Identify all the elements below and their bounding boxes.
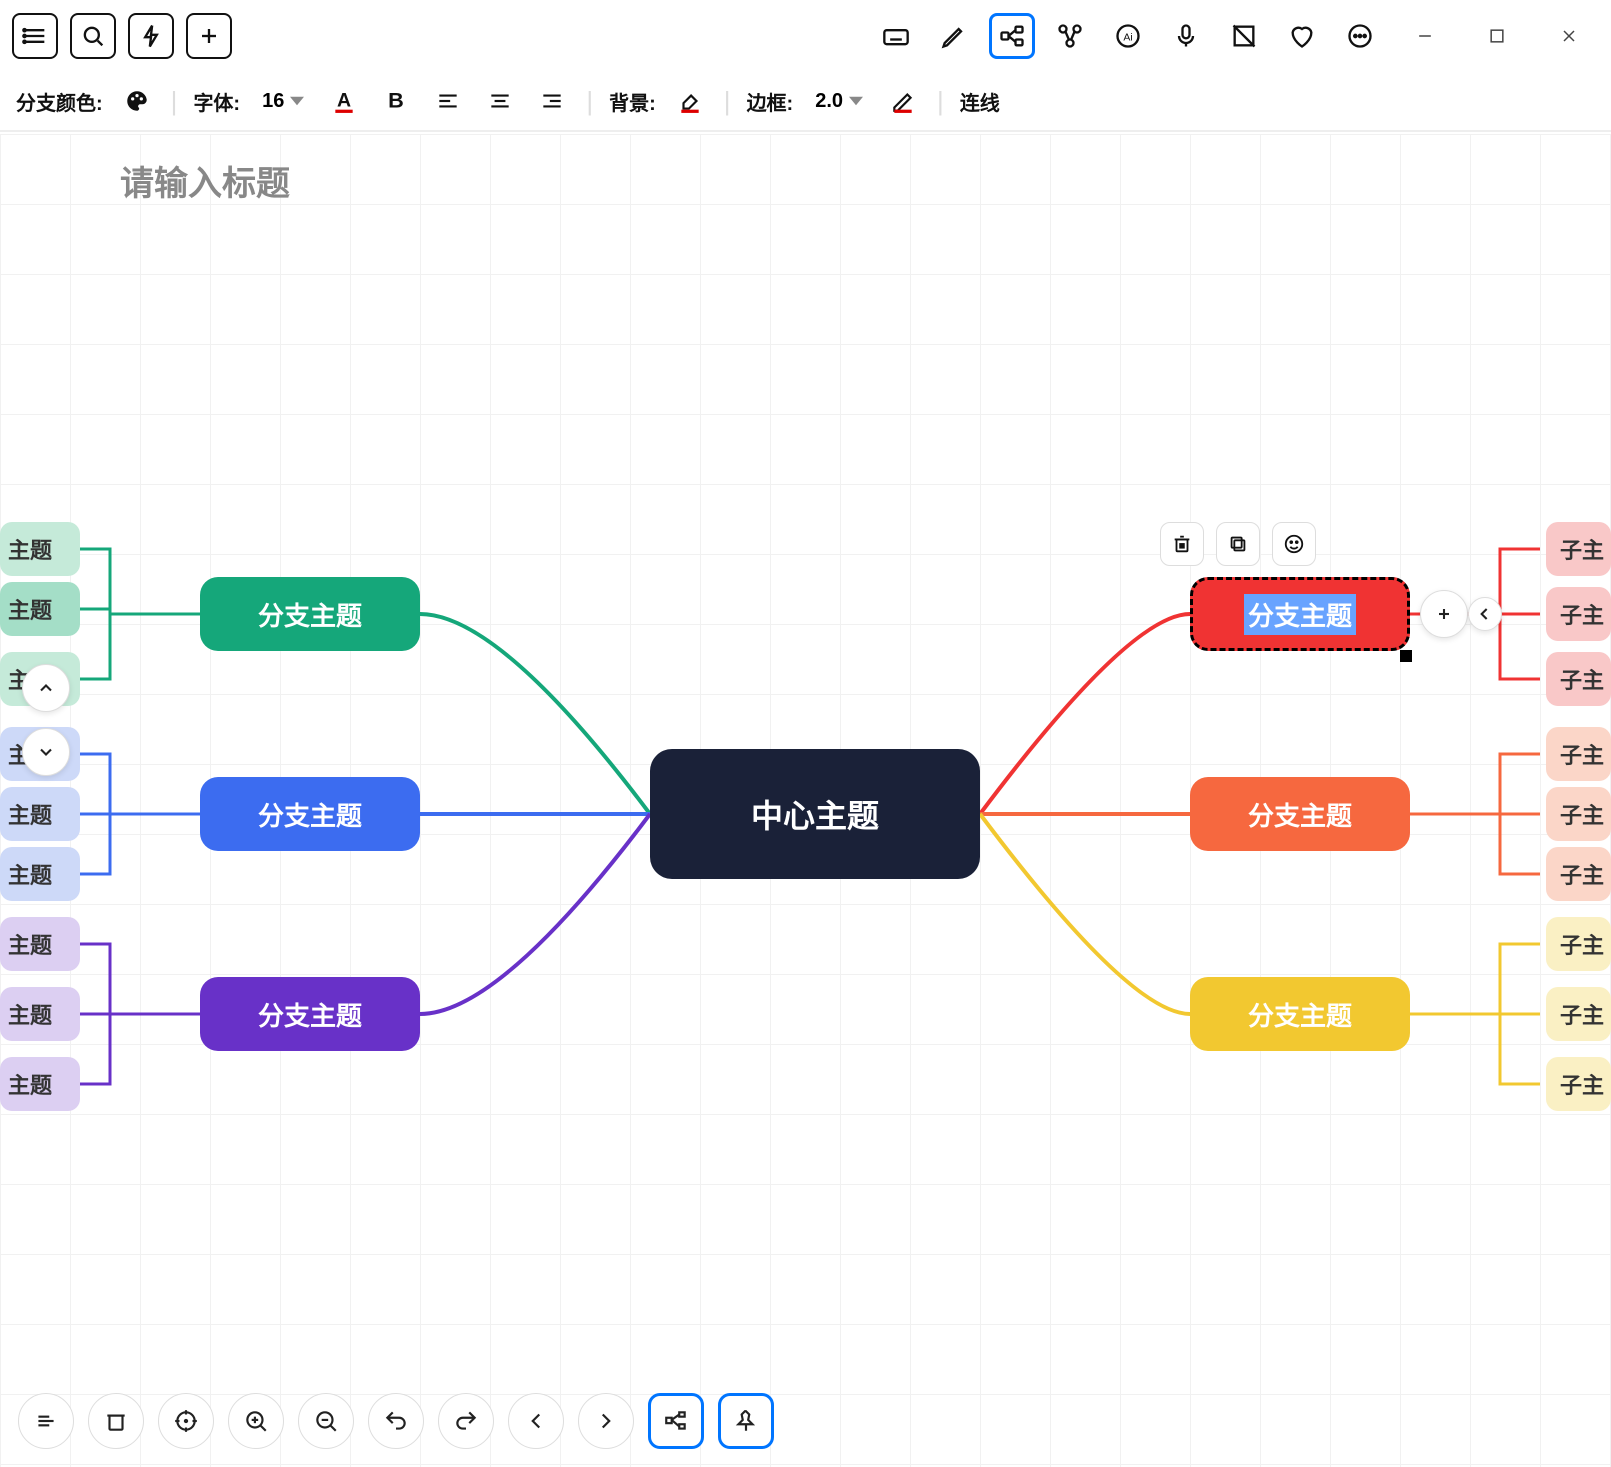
heart-icon[interactable] — [1279, 13, 1325, 59]
sub-node[interactable]: 子主 — [1546, 727, 1611, 781]
center-icon[interactable] — [158, 1393, 214, 1449]
svg-text:B: B — [389, 88, 405, 113]
collapse-button[interactable] — [1468, 597, 1502, 631]
border-label: 边框: — [747, 87, 794, 116]
sub-node[interactable]: 子主 — [1546, 917, 1611, 971]
connector-label: 连线 — [960, 87, 1000, 116]
resize-handle[interactable] — [1400, 650, 1412, 662]
font-label: 字体: — [193, 87, 240, 116]
pen-icon[interactable] — [931, 13, 977, 59]
sub-node[interactable]: 主题 — [0, 987, 80, 1041]
prev-icon[interactable] — [508, 1393, 564, 1449]
scroll-down-button[interactable] — [22, 728, 70, 776]
close-icon[interactable] — [1539, 13, 1599, 59]
zoom-in-icon[interactable] — [228, 1393, 284, 1449]
font-color-icon[interactable]: A — [326, 83, 362, 119]
border-color-icon[interactable] — [885, 83, 921, 119]
minimize-icon[interactable] — [1395, 13, 1455, 59]
format-toolbar: 分支颜色: | 字体: 16 A B | 背景: | 边框: 2.0 | 连线 — [0, 72, 1611, 132]
center-node[interactable]: 中心主题 — [650, 749, 980, 879]
svg-text:Ai: Ai — [1123, 32, 1132, 44]
sub-node[interactable]: 子主 — [1546, 987, 1611, 1041]
branch-node-purple[interactable]: 分支主题 — [200, 977, 420, 1051]
next-icon[interactable] — [578, 1393, 634, 1449]
palette-icon[interactable] — [119, 83, 155, 119]
sub-node[interactable]: 子主 — [1546, 847, 1611, 901]
sub-node[interactable]: 子主 — [1546, 1057, 1611, 1111]
align-right-icon[interactable] — [534, 83, 570, 119]
maximize-icon[interactable] — [1467, 13, 1527, 59]
bottom-toolbar — [18, 1393, 774, 1449]
layout-mindmap-icon[interactable] — [648, 1393, 704, 1449]
add-child-button[interactable] — [1420, 590, 1468, 638]
sub-node[interactable]: 主题 — [0, 582, 80, 636]
more-icon[interactable] — [1337, 13, 1383, 59]
branch-node-yellow[interactable]: 分支主题 — [1190, 977, 1410, 1051]
flash-icon[interactable] — [128, 13, 174, 59]
branch-node-blue[interactable]: 分支主题 — [200, 777, 420, 851]
redo-icon[interactable] — [438, 1393, 494, 1449]
sub-node[interactable]: 子主 — [1546, 522, 1611, 576]
copy-icon[interactable] — [1216, 522, 1260, 566]
branch-node-green[interactable]: 分支主题 — [200, 577, 420, 651]
list-icon[interactable] — [12, 13, 58, 59]
sub-node[interactable]: 主题 — [0, 847, 80, 901]
scroll-up-button[interactable] — [22, 664, 70, 712]
ai-icon[interactable]: Ai — [1105, 13, 1151, 59]
flowchart-icon[interactable] — [1047, 13, 1093, 59]
delete-icon[interactable] — [1160, 522, 1204, 566]
branch-node-orange[interactable]: 分支主题 — [1190, 777, 1410, 851]
bold-icon[interactable]: B — [378, 83, 414, 119]
sub-node[interactable]: 子主 — [1546, 787, 1611, 841]
align-left-icon[interactable] — [430, 83, 466, 119]
bg-label: 背景: — [609, 87, 656, 116]
border-width-dropdown[interactable]: 2.0 — [809, 86, 869, 117]
sub-node[interactable]: 主题 — [0, 1057, 80, 1111]
undo-icon[interactable] — [368, 1393, 424, 1449]
branch-color-label: 分支颜色: — [16, 87, 103, 116]
trash-icon[interactable] — [88, 1393, 144, 1449]
sub-node[interactable]: 主题 — [0, 522, 80, 576]
mindmap-icon[interactable] — [989, 13, 1035, 59]
bg-color-icon[interactable] — [672, 83, 708, 119]
plus-icon[interactable] — [186, 13, 232, 59]
grid-off-icon[interactable] — [1221, 13, 1267, 59]
branch-node-red[interactable]: 分支主题 — [1190, 577, 1410, 651]
font-size-dropdown[interactable]: 16 — [256, 86, 310, 117]
main-toolbar: Ai — [0, 0, 1611, 72]
canvas[interactable]: 请输入标题 中心主题 分支主题 分支主题 分支主题 分支主题 分支主题 分支主题… — [0, 134, 1611, 1467]
align-center-icon[interactable] — [482, 83, 518, 119]
emoji-icon[interactable] — [1272, 522, 1316, 566]
pin-icon[interactable] — [718, 1393, 774, 1449]
node-context-bar — [1160, 522, 1316, 566]
search-icon[interactable] — [70, 13, 116, 59]
zoom-out-icon[interactable] — [298, 1393, 354, 1449]
sub-node[interactable]: 子主 — [1546, 587, 1611, 641]
keyboard-icon[interactable] — [873, 13, 919, 59]
sub-node[interactable]: 主题 — [0, 787, 80, 841]
mic-icon[interactable] — [1163, 13, 1209, 59]
svg-text:A: A — [337, 89, 351, 111]
title-input[interactable]: 请输入标题 — [120, 156, 290, 205]
sub-node[interactable]: 子主 — [1546, 652, 1611, 706]
menu-icon[interactable] — [18, 1393, 74, 1449]
sub-node[interactable]: 主题 — [0, 917, 80, 971]
